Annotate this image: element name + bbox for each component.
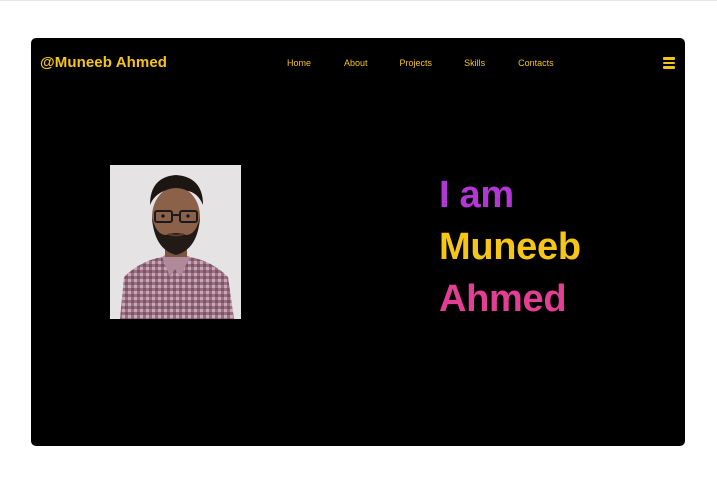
nav-skills-link[interactable]: Skills — [464, 58, 485, 68]
page: @Muneeb Ahmed Home About Projects Skills… — [0, 0, 717, 481]
brand-logo[interactable]: @Muneeb Ahmed — [40, 54, 167, 71]
profile-portrait-graphic — [110, 165, 241, 319]
menu-bar — [663, 61, 675, 64]
hero-line-intro: I am — [439, 174, 514, 216]
hamburger-menu-icon[interactable] — [663, 57, 675, 69]
menu-bar — [663, 57, 675, 60]
menu-bar — [663, 66, 675, 69]
profile-photo — [110, 165, 241, 319]
nav-home-link[interactable]: Home — [287, 58, 311, 68]
main-nav: Home About Projects Skills Contacts — [287, 58, 554, 68]
hero-line-last-name: Ahmed — [439, 278, 567, 320]
hero-heading: I am Muneeb Ahmed — [439, 169, 581, 325]
top-divider — [0, 0, 717, 1]
hero-line-first-name: Muneeb — [439, 226, 581, 268]
portfolio-window: @Muneeb Ahmed Home About Projects Skills… — [31, 38, 685, 446]
nav-projects-link[interactable]: Projects — [400, 58, 433, 68]
nav-about-link[interactable]: About — [344, 58, 368, 68]
nav-contacts-link[interactable]: Contacts — [518, 58, 554, 68]
